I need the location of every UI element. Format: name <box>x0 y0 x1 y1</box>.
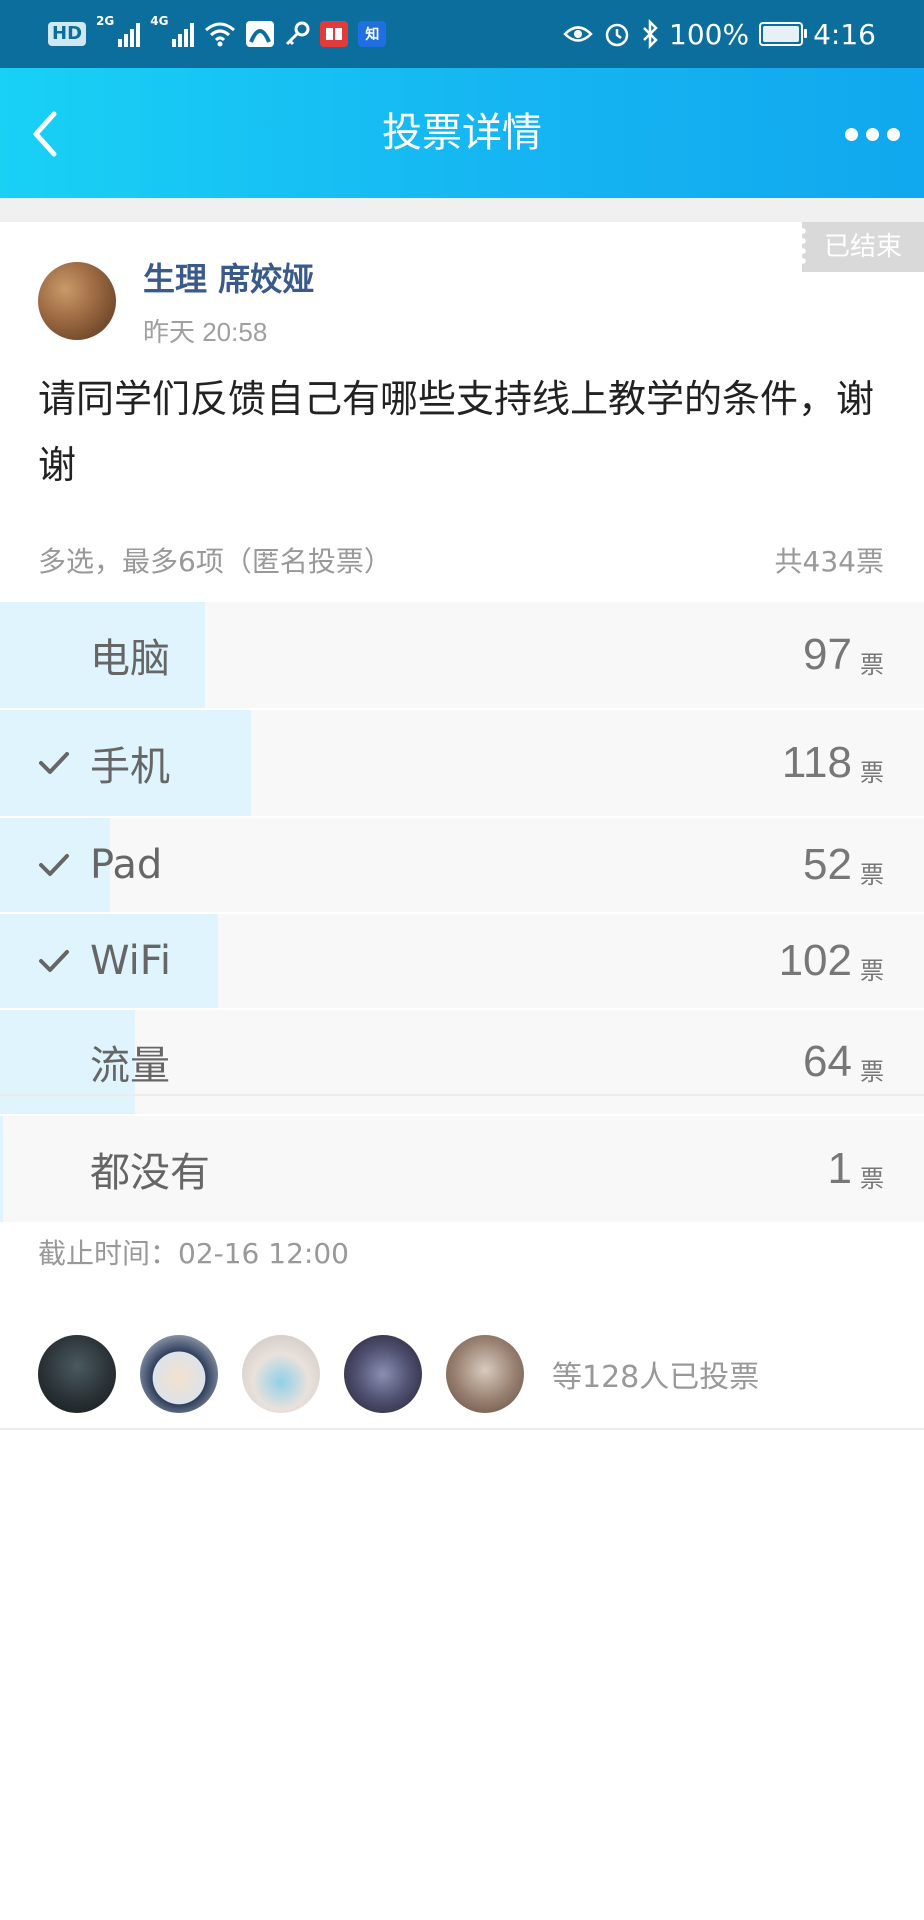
vote-count-unit: 票 <box>860 1164 884 1193</box>
page-title: 投票详情 <box>382 110 542 156</box>
more-button[interactable] <box>840 110 904 158</box>
vote-option-2[interactable]: Pad 52 票 <box>0 818 924 912</box>
vote-option-fill <box>0 1116 3 1222</box>
author-avatar[interactable] <box>38 262 116 340</box>
clock: 4:16 <box>813 17 876 51</box>
vote-count-unit: 票 <box>860 956 884 985</box>
eye-icon <box>563 26 593 42</box>
vote-option-1[interactable]: 手机 118 票 <box>0 710 924 816</box>
more-dots-icon <box>844 127 858 141</box>
vote-option-0[interactable]: 电脑 97 票 <box>0 602 924 708</box>
post-time: 昨天 20:58 <box>143 317 268 347</box>
voter-avatar[interactable] <box>242 1335 320 1413</box>
divider <box>0 1428 924 1430</box>
voter-avatar[interactable] <box>344 1335 422 1413</box>
voter-avatar[interactable] <box>140 1335 218 1413</box>
vote-option-label: 手机 <box>90 744 170 790</box>
vote-count-unit: 票 <box>860 860 884 889</box>
vote-option-count: 1票 <box>828 1116 884 1222</box>
nav-bar: 投票详情 <box>0 68 924 198</box>
vote-count-number: 1 <box>827 1144 852 1193</box>
vote-option-label: 都没有 <box>90 1150 210 1196</box>
voter-avatar[interactable] <box>38 1335 116 1413</box>
vote-option-4[interactable]: 流量 64 票 <box>0 1010 924 1114</box>
voters-summary[interactable]: 等128人已投票 <box>552 1352 759 1396</box>
signal-label-2g: 2G <box>96 14 115 28</box>
zhihu-app-icon: 知 <box>358 21 387 47</box>
check-icon <box>39 752 69 774</box>
status-right-group: 100% 4:16 <box>563 14 876 54</box>
signal-label-4g: 4G <box>150 14 169 28</box>
vote-option-label: WiFi <box>90 938 171 984</box>
status-bar: HD 2G 4G 知 100% 4:16 <box>0 0 924 68</box>
voters-row[interactable]: 等128人已投票 <box>38 1334 759 1414</box>
check-icon <box>39 950 69 972</box>
voter-avatar[interactable] <box>446 1335 524 1413</box>
battery-percent: 100% <box>669 17 750 51</box>
vote-option-label: 流量 <box>90 1043 170 1089</box>
vote-count-unit: 票 <box>860 1057 884 1086</box>
vote-rules: 多选，最多6项（匿名投票） <box>38 545 392 578</box>
vote-count-number: 118 <box>781 738 852 787</box>
battery-icon <box>759 22 808 46</box>
status-badge: 已结束 <box>800 222 924 272</box>
alarm-icon <box>605 23 629 47</box>
vote-option-5[interactable]: 都没有 1票 <box>0 1116 924 1222</box>
vote-option-count: 97 票 <box>803 602 884 708</box>
app-notification-icon <box>246 21 275 47</box>
reader-app-icon <box>320 21 349 47</box>
vote-count-number: 97 <box>803 630 852 679</box>
status-left-group: HD 2G 4G 知 <box>48 14 387 54</box>
vote-count-number: 64 <box>803 1037 852 1086</box>
vote-deadline: 截止时间：02-16 12:00 <box>38 1237 349 1270</box>
wifi-icon <box>205 22 236 47</box>
vote-option-count: 118 票 <box>782 710 884 816</box>
vote-count-number: 52 <box>803 840 852 889</box>
vote-card: 已结束 生理 席姣娅 昨天 20:58 请同学们反馈自己有哪些支持线上教学的条件… <box>0 222 924 1428</box>
divider <box>0 1094 924 1096</box>
vote-count-unit: 票 <box>860 650 884 679</box>
check-icon <box>39 854 69 876</box>
vote-option-3[interactable]: WiFi 102 票 <box>0 914 924 1008</box>
vote-option-label: Pad <box>90 842 163 888</box>
hd-badge: HD <box>48 22 87 46</box>
key-icon <box>286 21 310 46</box>
signal-icon <box>118 21 141 47</box>
bluetooth-icon <box>643 19 658 49</box>
section-spacer <box>0 198 924 222</box>
vote-option-count: 64 票 <box>803 1010 884 1114</box>
vote-option-count: 102 票 <box>779 914 884 1008</box>
author-name[interactable]: 生理 席姣娅 <box>143 254 314 300</box>
vote-option-label: 电脑 <box>90 636 170 682</box>
vote-option-count: 52 票 <box>803 818 884 912</box>
vote-question: 请同学们反馈自己有哪些支持线上教学的条件，谢谢 <box>38 377 875 487</box>
vote-count-unit: 票 <box>860 758 884 787</box>
vote-count-number: 102 <box>778 936 852 985</box>
vote-total: 共434票 <box>774 545 884 578</box>
signal-icon-2 <box>172 21 195 47</box>
